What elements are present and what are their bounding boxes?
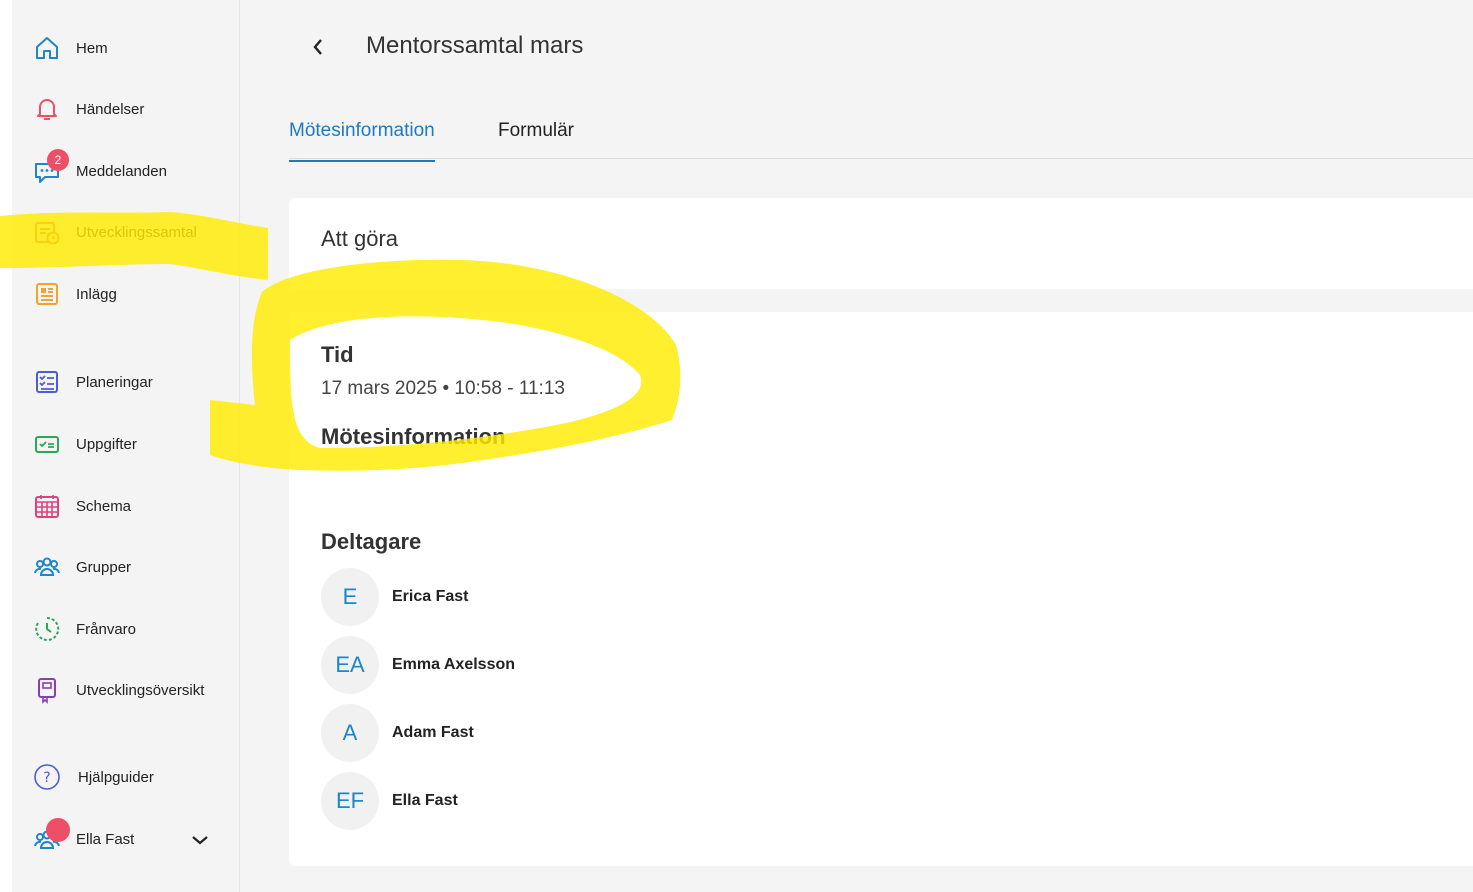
sidebar-item-label: Planeringar [76, 373, 153, 391]
absence-icon [32, 614, 62, 644]
overview-icon [32, 675, 62, 705]
meeting-time: 17 mars 2025 • 10:58 - 11:13 [321, 378, 565, 399]
avatar: EF [321, 772, 379, 830]
participants-heading: Deltagare [321, 529, 422, 554]
sidebar-item-label: Utvecklingsöversikt [76, 681, 205, 699]
sidebar-item-label: Frånvaro [76, 620, 137, 638]
user-name: Ella Fast [76, 830, 135, 848]
schedule-icon [32, 491, 62, 521]
sidebar-item-hjalpguider[interactable]: ? Hjälpguider [32, 760, 154, 794]
participant-row: E Erica Fast [321, 568, 468, 626]
avatar: E [321, 568, 379, 626]
sidebar-item-meddelanden[interactable]: 2 Meddelanden [32, 149, 167, 188]
sidebar-item-label: Händelser [76, 100, 145, 118]
sidebar-item-handelser[interactable]: Händelser [32, 92, 144, 126]
sidebar-item-inlagg[interactable]: Inlägg [32, 277, 117, 311]
participant-row: EA Emma Axelsson [321, 636, 515, 694]
tab-bar: Mötesinformation Formulär [289, 112, 1473, 162]
home-icon [32, 33, 62, 63]
sidebar-item-label: Utvecklingssamtal [76, 223, 197, 241]
time-heading: Tid [321, 342, 354, 367]
meeting-info-heading: Mötesinformation [321, 424, 506, 449]
sidebar-item-label: Inlägg [76, 285, 117, 303]
sidebar-item-label: Grupper [76, 558, 132, 576]
participant-row: EF Ella Fast [321, 772, 458, 830]
calendar-clock-icon [32, 217, 62, 247]
chevron-left-icon [313, 39, 322, 55]
sidebar-item-utvecklingsoversikt[interactable]: Utvecklingsöversikt [32, 673, 204, 707]
participant-name: Adam Fast [392, 724, 474, 741]
window-edge [0, 0, 12, 892]
todo-heading: Att göra [321, 226, 399, 251]
page-title: Mentorssamtal mars [366, 32, 584, 59]
participant-row: A Adam Fast [321, 704, 474, 762]
participant-name: Ella Fast [392, 792, 458, 809]
chat-icon: 2 [32, 149, 69, 186]
sidebar-item-uppgifter[interactable]: Uppgifter [32, 427, 137, 461]
sidebar-item-grupper[interactable]: Grupper [32, 550, 131, 584]
user-group-icon [32, 818, 70, 854]
bell-icon [32, 94, 62, 124]
sidebar-item-utvecklingssamtal[interactable]: Utvecklingssamtal [32, 215, 197, 249]
sidebar-item-label: Hem [76, 39, 108, 57]
participant-name: Erica Fast [392, 588, 469, 605]
user-menu[interactable]: Ella Fast [32, 818, 135, 856]
group-icon [32, 552, 62, 582]
checklist-icon [32, 367, 62, 397]
news-icon [32, 279, 62, 309]
back-button[interactable] [306, 34, 330, 60]
task-icon [32, 429, 62, 459]
svg-text:?: ? [43, 770, 50, 786]
tab-motesinformation[interactable]: Mötesinformation [289, 120, 435, 162]
sidebar-item-label: Hjälpguider [78, 768, 154, 786]
sidebar-item-franvaro[interactable]: Frånvaro [32, 612, 136, 646]
chevron-down-icon[interactable] [190, 832, 210, 848]
notification-dot [46, 818, 70, 842]
avatar: A [321, 704, 379, 762]
sidebar-item-label: Uppgifter [76, 435, 137, 453]
tab-formular[interactable]: Formulär [498, 120, 574, 142]
sidebar-item-planeringar[interactable]: Planeringar [32, 365, 153, 399]
todo-card: Att göra [289, 198, 1473, 289]
sidebar: Hem Händelser 2 Meddelanden Utvecklingss… [12, 0, 240, 892]
avatar: EA [321, 636, 379, 694]
sidebar-item-label: Schema [76, 497, 132, 515]
meeting-card: Tid 17 mars 2025 • 10:58 - 11:13 Mötesin… [289, 312, 1473, 866]
sidebar-item-hem[interactable]: Hem [32, 31, 108, 65]
help-icon: ? [32, 762, 62, 792]
sidebar-item-schema[interactable]: Schema [32, 489, 131, 523]
unread-badge: 2 [47, 149, 69, 171]
sidebar-item-label: Meddelanden [76, 162, 167, 180]
participant-name: Emma Axelsson [392, 656, 516, 673]
